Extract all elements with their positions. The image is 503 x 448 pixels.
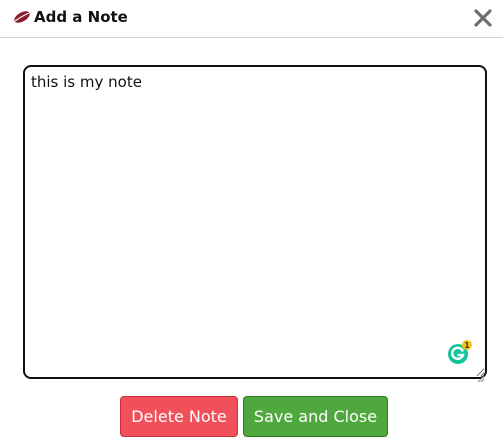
save-and-close-button[interactable]: Save and Close: [243, 396, 388, 437]
delete-note-button[interactable]: Delete Note: [120, 396, 238, 437]
grammarly-icon[interactable]: 1: [447, 340, 473, 366]
dialog-title: Add a Note: [34, 8, 128, 26]
note-textarea[interactable]: [23, 65, 487, 379]
note-leaf-icon: [12, 9, 32, 25]
resize-handle-icon[interactable]: [477, 368, 485, 383]
dialog-header: Add a Note: [0, 0, 503, 38]
add-note-dialog: Add a Note 1 Delete Note Save and Close: [0, 0, 503, 448]
close-icon: [474, 9, 492, 27]
close-button[interactable]: [472, 7, 494, 29]
grammarly-count: 1: [464, 341, 469, 350]
